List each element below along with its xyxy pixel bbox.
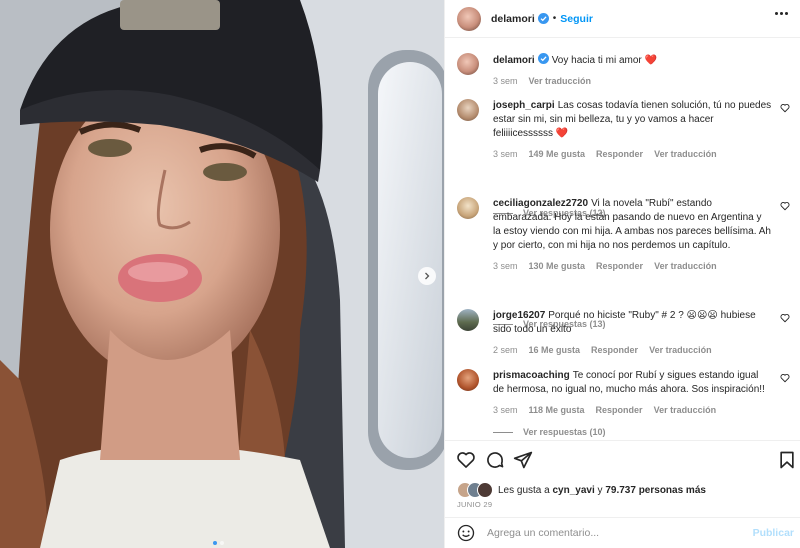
comment-time[interactable]: 3 sem: [493, 147, 518, 161]
translate-button[interactable]: Ver traducción: [654, 259, 717, 273]
avatar[interactable]: [457, 53, 479, 75]
heart-icon[interactable]: [780, 201, 790, 211]
reply-button[interactable]: Responder: [596, 147, 643, 161]
caption-emoji: ❤️: [644, 55, 657, 66]
comment-likes[interactable]: 149 Me gusta: [529, 147, 586, 161]
liker-avatars: [457, 482, 493, 498]
more-icon[interactable]: [775, 12, 788, 15]
translate-button[interactable]: Ver traducción: [649, 343, 712, 357]
post-date[interactable]: JUNIO 29: [457, 500, 492, 509]
emoji-icon[interactable]: [457, 524, 475, 542]
avatar[interactable]: [457, 197, 479, 219]
comment-input[interactable]: [487, 527, 737, 539]
follow-button[interactable]: Seguir: [560, 13, 593, 25]
caption-text: Voy hacia ti mi amor: [551, 55, 642, 66]
heart-icon[interactable]: [456, 450, 476, 470]
translate-button[interactable]: Ver traducción: [654, 147, 717, 161]
post-header: delamori • Seguir: [445, 0, 800, 38]
bookmark-icon[interactable]: [777, 450, 797, 470]
avatar[interactable]: [457, 6, 481, 31]
comments-list[interactable]: delamori Voy hacia ti mi amor ❤️ 3 sem Ve…: [445, 39, 800, 441]
likes-middle: y: [597, 484, 603, 496]
comment-username[interactable]: joseph_carpi: [493, 100, 555, 111]
carousel-dot: [220, 541, 224, 545]
heart-icon[interactable]: [780, 103, 790, 113]
view-replies-button[interactable]: Ver respuestas (10): [493, 427, 606, 437]
share-icon[interactable]: [513, 450, 533, 470]
comment-likes[interactable]: 118 Me gusta: [529, 403, 585, 417]
reply-button[interactable]: Responder: [596, 259, 643, 273]
comment-icon[interactable]: [485, 450, 505, 470]
comment-username[interactable]: prismacoaching: [493, 370, 570, 381]
selfie-image: [0, 0, 444, 548]
comment-likes[interactable]: 16 Me gusta: [529, 343, 581, 357]
caption-translate[interactable]: Ver traducción: [529, 74, 592, 88]
verified-icon: [537, 53, 549, 64]
comment-username[interactable]: ceciliagonzalez2720: [493, 198, 588, 209]
avatar[interactable]: [457, 369, 479, 391]
post-username[interactable]: delamori: [491, 13, 535, 25]
carousel-dot-active: [213, 541, 217, 545]
likes-prefix: Les gusta a: [498, 484, 550, 496]
reply-button[interactable]: Responder: [596, 403, 643, 417]
heart-icon[interactable]: [780, 313, 790, 323]
translate-button[interactable]: Ver traducción: [654, 403, 717, 417]
chevron-right-icon: [425, 272, 430, 280]
likes-user[interactable]: cyn_yavi: [553, 485, 595, 496]
verified-icon: [537, 13, 549, 24]
carousel-next-button[interactable]: [418, 267, 436, 285]
carousel-indicator: [213, 541, 224, 545]
likes-count[interactable]: 79.737 personas más: [605, 485, 706, 496]
avatar: [477, 482, 493, 498]
likes-summary: Les gusta a cyn_yavi y 79.737 personas m…: [457, 482, 706, 498]
caption-time[interactable]: 3 sem: [493, 74, 518, 88]
publish-button[interactable]: Publicar: [753, 527, 794, 539]
comment-likes[interactable]: 130 Me gusta: [529, 259, 586, 273]
post-panel: delamori • Seguir delamori Voy hacia ti m…: [444, 0, 800, 548]
comment-time[interactable]: 3 sem: [493, 403, 518, 417]
reply-button[interactable]: Responder: [591, 343, 638, 357]
separator-dot: •: [552, 13, 557, 24]
comment-time[interactable]: 2 sem: [493, 343, 518, 357]
comment-time[interactable]: 3 sem: [493, 259, 518, 273]
avatar[interactable]: [457, 99, 479, 121]
add-comment-bar: Publicar: [445, 517, 800, 548]
action-bar: [445, 450, 800, 472]
heart-icon[interactable]: [780, 373, 790, 383]
post-photo[interactable]: [0, 0, 444, 548]
caption-username[interactable]: delamori: [493, 55, 535, 66]
comment-username[interactable]: jorge16207: [493, 310, 545, 321]
avatar[interactable]: [457, 309, 479, 331]
